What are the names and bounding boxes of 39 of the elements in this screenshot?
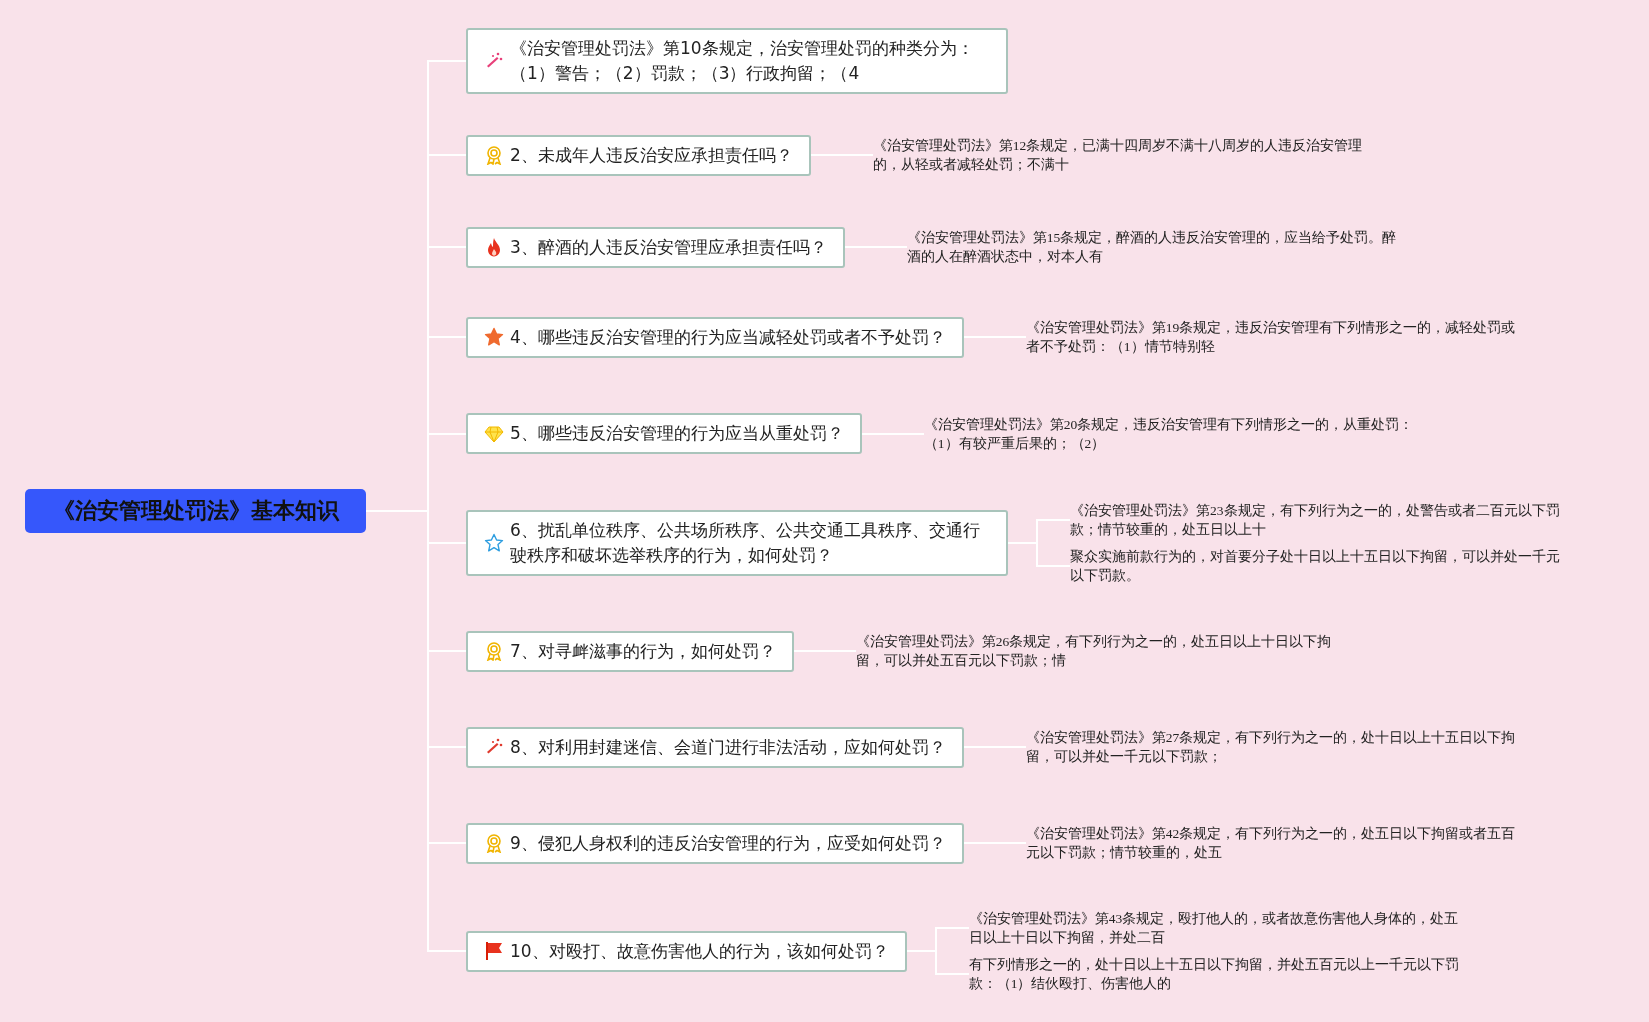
topic-node[interactable]: 《治安管理处罚法》第10条规定，治安管理处罚的种类分为：（1）警告；（2）罚款；（3）行政拘留；（4 xyxy=(466,28,1008,94)
topic-node[interactable]: 9、侵犯人身权利的违反治安管理的行为，应受如何处罚？ xyxy=(466,822,964,864)
topic-node[interactable]: 3、醉酒的人违反治安管理应承担责任吗？ xyxy=(466,226,845,268)
note-text: 《治安管理处罚法》第27条规定，有下列行为之一的，处十日以上十五日以下拘留，可以并处一千元以下罚款； xyxy=(1025,729,1516,766)
flag-icon xyxy=(484,941,504,961)
note-text: 《治安管理处罚法》第42条规定，有下列行为之一的，处五日以下拘留或者五百元以下罚款；情节较重的，处五 xyxy=(1025,825,1516,862)
topic-text: 《治安管理处罚法》第10条规定，治安管理处罚的种类分为：（1）警告；（2）罚款；（3）行政拘留；（4 xyxy=(510,37,975,85)
topic-text: 8、对利用封建迷信、会道门进行非法活动，应如何处罚？ xyxy=(510,735,946,759)
award-icon xyxy=(484,833,504,853)
topic-node[interactable]: 6、扰乱单位秩序、公共场所秩序、公共交通工具秩序、交通行驶秩序和破坏选举秩序的行为，如何处罚？ xyxy=(466,509,1008,576)
topic-text: 7、对寻衅滋事的行为，如何处罚？ xyxy=(510,639,776,663)
topic-node[interactable]: 10、对殴打、故意伤害他人的行为，该如何处罚？ xyxy=(466,930,907,972)
topic-text: 6、扰乱单位秩序、公共场所秩序、公共交通工具秩序、交通行驶秩序和破坏选举秩序的行为，如何处罚？ xyxy=(510,518,981,567)
topic-node[interactable]: 4、哪些违反治安管理的行为应当减轻处罚或者不予处罚？ xyxy=(466,316,964,358)
note-text: 《治安管理处罚法》第15条规定，醉酒的人违反治安管理的，应当给予处罚。醉酒的人在醉酒状态中，对本人有 xyxy=(906,229,1397,266)
gem-icon xyxy=(484,423,504,444)
note-text: 《治安管理处罚法》第19条规定，违反治安管理有下列情形之一的，减轻处罚或者不予处罚：（1）情节特别轻 xyxy=(1025,319,1516,356)
topic-node[interactable]: 7、对寻衅滋事的行为，如何处罚？ xyxy=(466,630,794,672)
note-text: 《治安管理处罚法》第43条规定，殴打他人的，或者故意伤害他人身体的，处五日以上十日以下拘留，并处二百 xyxy=(968,910,1459,947)
note-text: 《治安管理处罚法》第20条规定，违反治安管理有下列情形之一的，从重处罚：（1）有较严重后果的；（2） xyxy=(923,415,1414,453)
star-icon xyxy=(484,327,504,347)
note-text: 有下列情形之一的，处十日以上十五日以下拘留，并处五百元以上一千元以下罚款：（1）结伙殴打、伤害他人的 xyxy=(968,956,1459,993)
topic-node[interactable]: 8、对利用封建迷信、会道门进行非法活动，应如何处罚？ xyxy=(466,726,964,768)
note-text: 《治安管理处罚法》第12条规定，已满十四周岁不满十八周岁的人违反治安管理的，从轻或者减轻处罚；不满十 xyxy=(872,137,1363,174)
award-icon xyxy=(484,641,504,661)
topic-node[interactable]: 5、哪些违反治安管理的行为应当从重处罚？ xyxy=(466,413,862,454)
topic-text: 10、对殴打、故意伤害他人的行为，该如何处罚？ xyxy=(510,939,889,963)
root-topic[interactable]: 《治安管理处罚法》基本知识 xyxy=(25,489,366,533)
topic-text: 9、侵犯人身权利的违反治安管理的行为，应受如何处罚？ xyxy=(510,831,946,855)
note-text: 《治安管理处罚法》第23条规定，有下列行为之一的，处警告或者二百元以下罚款；情节较重的，处五日以上十 xyxy=(1070,501,1560,539)
topic-node[interactable]: 2、未成年人违反治安应承担责任吗？ xyxy=(466,134,811,176)
award-icon xyxy=(484,145,504,165)
topic-text: 4、哪些违反治安管理的行为应当减轻处罚或者不予处罚？ xyxy=(510,325,946,349)
note-text: 《治安管理处罚法》第26条规定，有下列行为之一的，处五日以上十日以下拘留，可以并处五百元以下罚款；情 xyxy=(855,633,1333,670)
star-icon xyxy=(484,532,504,553)
topic-text: 5、哪些违反治安管理的行为应当从重处罚？ xyxy=(510,422,844,445)
note-text: 聚众实施前款行为的，对首要分子处十日以上十五日以下拘留，可以并处一千元以下罚款。 xyxy=(1070,547,1560,585)
topic-text: 3、醉酒的人违反治安管理应承担责任吗？ xyxy=(510,235,827,259)
topic-text: 2、未成年人违反治安应承担责任吗？ xyxy=(510,143,793,167)
